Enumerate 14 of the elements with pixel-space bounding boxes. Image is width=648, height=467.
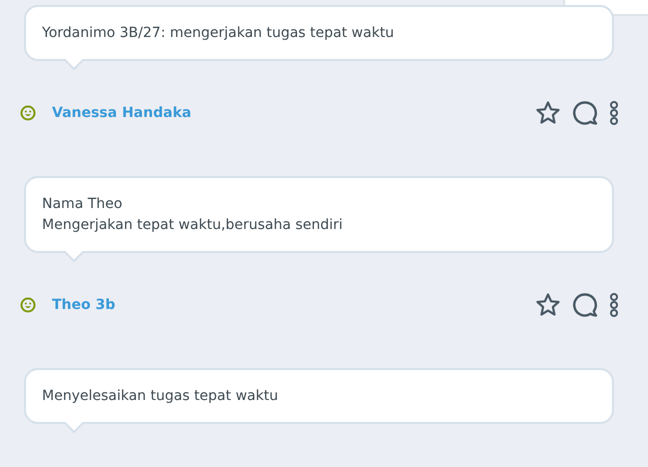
author-name[interactable]: Theo 3b <box>52 297 116 313</box>
author-name[interactable]: Vanessa Handaka <box>52 105 192 121</box>
comment-text: Nama Theo <box>42 195 124 214</box>
comment-text: Yordanimo 3B/27: mengerjakan tugas tepat waktu <box>42 24 396 43</box>
comment-icon[interactable] <box>572 100 598 126</box>
smiley-icon <box>20 297 36 313</box>
more-icon[interactable] <box>609 292 619 318</box>
comment-icon[interactable] <box>572 292 598 318</box>
comment-text: Mengerjakan tepat waktu,berusaha sendiri <box>42 216 344 235</box>
comment-text: Menyelesaikan tugas tepat waktu <box>42 387 280 406</box>
more-icon[interactable] <box>609 100 619 126</box>
star-icon[interactable] <box>535 100 561 126</box>
star-icon[interactable] <box>535 292 561 318</box>
smiley-icon <box>20 105 36 121</box>
